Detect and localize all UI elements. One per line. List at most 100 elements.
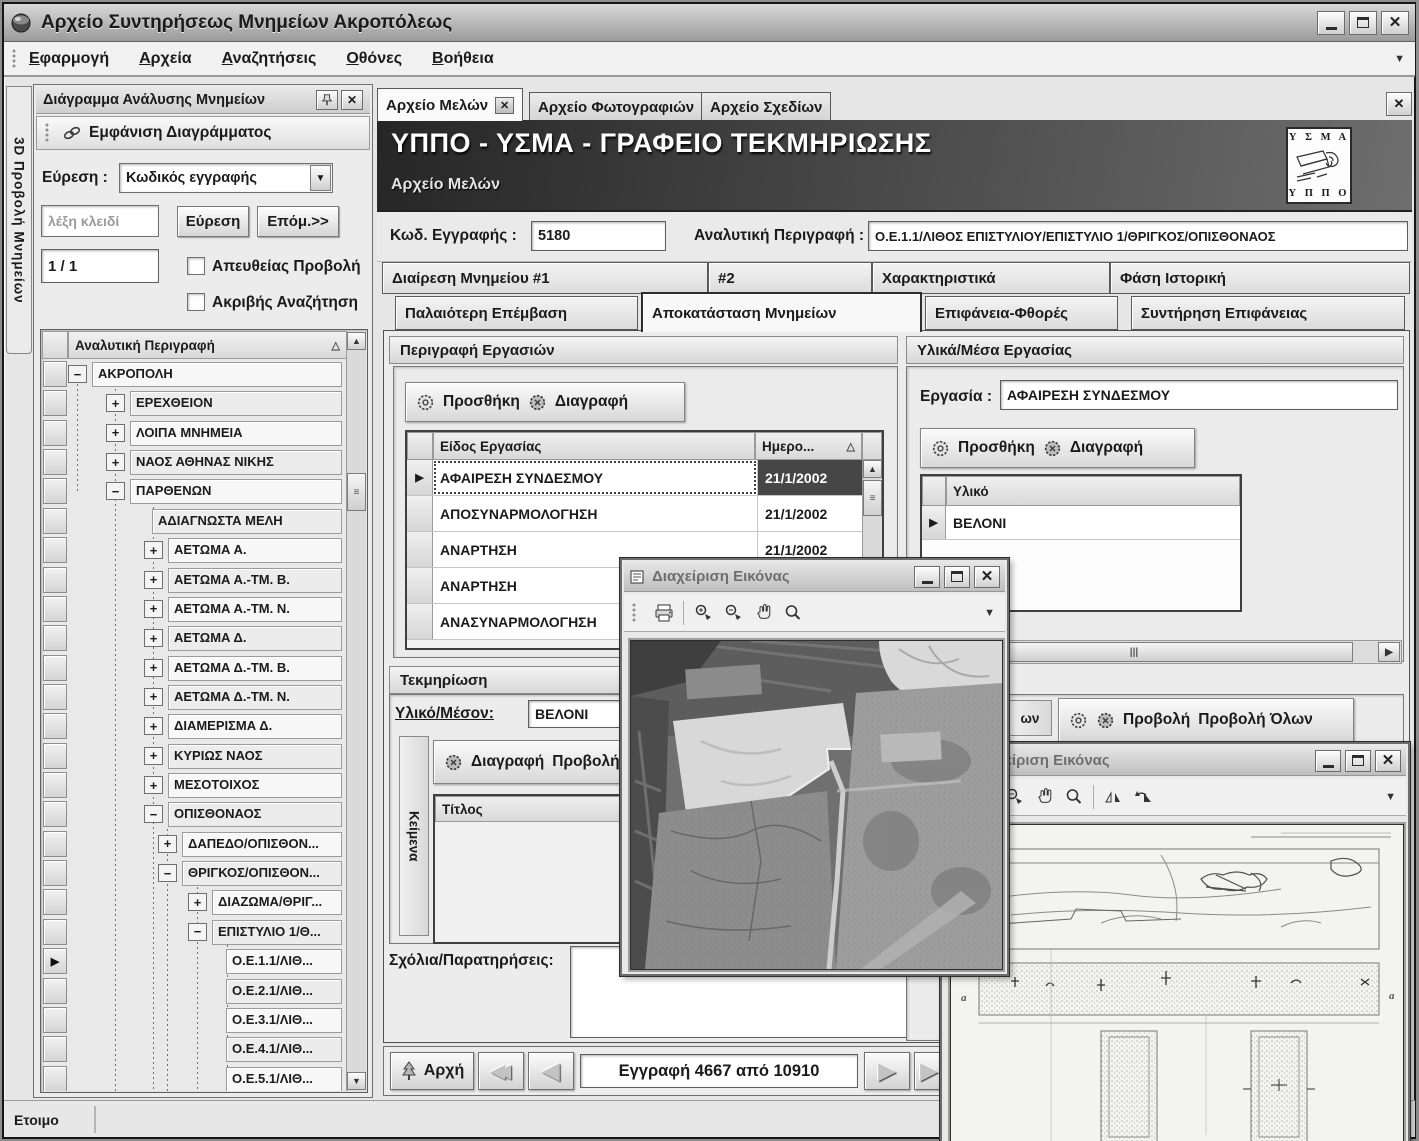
collapse-icon[interactable]: − [144, 805, 163, 823]
materials-add-button[interactable]: Προσθήκη [958, 439, 1035, 457]
tree-node-label[interactable]: ΟΠΙΣΘΟΝΑΟΣ [168, 802, 342, 827]
pan-hand-icon[interactable] [1029, 783, 1059, 811]
close-icon[interactable]: ✕ [974, 566, 1000, 588]
material-cell[interactable]: ΒΕΛΟΝΙ [946, 506, 1240, 539]
minimize-icon[interactable] [1315, 750, 1341, 772]
expand-icon[interactable]: + [144, 541, 163, 559]
tree-node-label[interactable]: Ο.Ε.4.1/ΛΙΘ... [226, 1037, 342, 1062]
tree-node-label[interactable]: ΘΡΙΓΚΟΣ/ΟΠΙΣΘΟΝ... [182, 861, 342, 886]
expand-icon[interactable]: + [144, 629, 163, 647]
toolbar-grip[interactable] [12, 49, 17, 69]
tree-node-label[interactable]: Ο.Ε.2.1/ΛΙΘ... [226, 979, 342, 1004]
tree-row-selector[interactable] [43, 596, 67, 622]
expand-icon[interactable]: + [144, 776, 163, 794]
tree-node-label[interactable]: Ο.Ε.5.1/ΛΙΘ... [226, 1067, 342, 1091]
expand-icon[interactable]: + [106, 453, 125, 471]
tree-row-selector[interactable] [43, 655, 67, 681]
chevron-down-icon[interactable]: ▼ [310, 165, 331, 191]
find-mode-combobox[interactable]: Κωδικός εγγραφής ▼ [119, 163, 333, 193]
tree-node-label[interactable]: ΛΟΙΠΑ ΜΝΗΜΕΙΑ [130, 421, 342, 446]
next-button[interactable]: Επόμ.>> [257, 206, 339, 237]
tree-node-label[interactable]: ΜΕΣΟΤΟΙΧΟΣ [168, 773, 342, 798]
tree-node-label[interactable]: ΑΕΤΩΜΑ Δ.-ΤΜ. Ν. [168, 685, 342, 710]
tree-node-label[interactable]: ΕΡΕΧΘΕΙΟΝ [130, 391, 342, 416]
tabstrip-close-icon[interactable]: ✕ [1386, 92, 1412, 116]
find-button[interactable]: Εύρεση [177, 206, 249, 237]
expand-icon[interactable]: + [106, 424, 125, 442]
row-selector[interactable] [407, 568, 433, 603]
expand-icon[interactable]: + [144, 688, 163, 706]
toolbar-grip[interactable] [45, 123, 50, 143]
work-field[interactable]: ΑΦΑΙΡΕΣΗ ΣΥΝΔΕΣΜΟΥ [1000, 380, 1398, 410]
works-add-button[interactable]: Προσθήκη [443, 393, 520, 411]
photo-image[interactable] [630, 640, 1003, 970]
tab-characteristics[interactable]: Χαρακτηριστικά [872, 262, 1110, 294]
work-row[interactable]: ΑΠΟΣΥΝΑΡΜΟΛΟΓΗΣΗ21/1/2002 [407, 496, 862, 532]
expand-icon[interactable]: + [188, 893, 207, 911]
tab-historic-phase[interactable]: Φάση Ιστορική [1110, 262, 1410, 294]
keyword-input[interactable] [41, 205, 159, 237]
scrollbar-thumb[interactable]: ≡ [863, 480, 882, 516]
row-selector[interactable]: ▶ [407, 460, 433, 495]
scroll-right-icon[interactable]: ▶ [1378, 642, 1400, 662]
view-all-button[interactable]: Προβολή Όλων [1198, 711, 1313, 729]
menu-item-1[interactable]: Αρχεία [139, 50, 192, 68]
tree-row-selector[interactable] [43, 978, 67, 1004]
side-tab-3d-view[interactable]: 3D Προβολή Μνημείων [6, 86, 32, 354]
drawing-image[interactable]: a a [950, 824, 1404, 1141]
tree-node-label[interactable]: ΚΥΡΙΩΣ ΝΑΟΣ [168, 744, 342, 769]
minimize-icon[interactable] [914, 566, 940, 588]
tree-row-selector[interactable] [43, 831, 67, 857]
menu-overflow-icon[interactable]: ▼ [1394, 53, 1405, 65]
tree-node-label[interactable]: Ο.Ε.1.1/ΛΙΘ... [226, 949, 342, 974]
tree-row-selector[interactable] [43, 420, 67, 446]
scroll-up-icon[interactable]: ▲ [347, 332, 366, 350]
view-button[interactable]: Προβολή [1123, 711, 1190, 729]
record-code-field[interactable]: 5180 [531, 221, 666, 251]
tree-node-label[interactable]: ΑΕΤΩΜΑ Δ. [168, 626, 342, 651]
prev-page-button[interactable]: ◀◀ [478, 1052, 524, 1090]
pan-hand-icon[interactable] [748, 599, 778, 627]
close-icon[interactable]: ✕ [1375, 750, 1401, 772]
tree-row-selector[interactable] [43, 478, 67, 504]
docs-view-button[interactable]: Προβολή [552, 753, 619, 771]
menu-item-2[interactable]: Αναζητήσεις [222, 50, 317, 68]
work-date-cell[interactable]: 21/1/2002 [757, 460, 862, 495]
docs-delete-button[interactable]: Διαγραφή [471, 753, 544, 771]
scroll-down-icon[interactable]: ▼ [347, 1072, 366, 1090]
tree-row-selector[interactable] [43, 919, 67, 945]
work-row[interactable]: ▶ΑΦΑΙΡΕΣΗ ΣΥΝΔΕΣΜΟΥ21/1/2002 [407, 460, 862, 496]
expand-icon[interactable]: + [144, 600, 163, 618]
tree-node-label[interactable]: ΔΙΑΜΕΡΙΣΜΑ Δ. [168, 714, 342, 739]
tree-row-selector[interactable] [43, 567, 67, 593]
tree-row-selector[interactable] [43, 1036, 67, 1062]
home-button[interactable]: Αρχή [390, 1052, 474, 1090]
rotate-icon[interactable] [1128, 783, 1158, 811]
row-selector[interactable]: ▶ [922, 506, 946, 539]
toolbar-grip[interactable] [632, 603, 637, 623]
collapse-icon[interactable]: − [106, 482, 125, 500]
works-delete-button[interactable]: Διαγραφή [555, 393, 628, 411]
tree-row-selector[interactable]: ▶ [43, 948, 67, 974]
tree-node-label[interactable]: ΕΠΙΣΤΥΛΙΟ 1/Θ... [212, 920, 342, 945]
close-icon[interactable]: ✕ [1381, 11, 1409, 35]
tab-texts[interactable]: Κείμενα [399, 736, 429, 936]
tree-row-selector[interactable] [43, 801, 67, 827]
work-type-cell[interactable]: ΑΦΑΙΡΕΣΗ ΣΥΝΔΕΣΜΟΥ [433, 460, 757, 495]
panel-close-icon[interactable]: ✕ [341, 90, 363, 110]
tree-row-selector[interactable] [43, 361, 67, 387]
menu-item-0[interactable]: Εφαρμογή [29, 50, 109, 68]
print-icon[interactable] [649, 599, 679, 627]
collapse-icon[interactable]: − [68, 365, 87, 383]
tree-node-label[interactable]: ΑΕΤΩΜΑ Α. [168, 538, 342, 563]
flip-horizontal-icon[interactable] [1098, 783, 1128, 811]
tab-close-icon[interactable]: ✕ [495, 97, 514, 114]
row-selector[interactable] [407, 604, 433, 639]
tab-division-2[interactable]: #2 [708, 262, 872, 294]
tree-header-cell[interactable]: Αναλυτική Περιγραφή △ [68, 331, 347, 359]
row-selector[interactable] [407, 532, 433, 567]
window-titlebar[interactable]: Διαχείριση Εικόνας ✕ [944, 746, 1406, 776]
tab-photo-archive[interactable]: Αρχείο Φωτογραφιών [529, 92, 703, 121]
tree-node-label[interactable]: ΑΕΤΩΜΑ Α.-ΤΜ. Ν. [168, 597, 342, 622]
window-titlebar[interactable]: Διαχείριση Εικόνας ✕ [624, 562, 1005, 592]
